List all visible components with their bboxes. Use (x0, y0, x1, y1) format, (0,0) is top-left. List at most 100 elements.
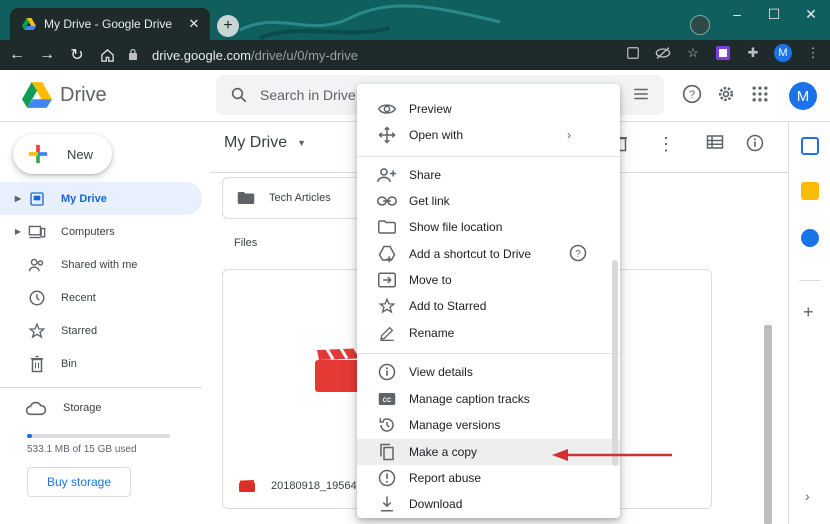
install-app-icon[interactable] (624, 44, 642, 62)
menu-item-share[interactable]: Share (357, 162, 620, 188)
star-outline-icon (377, 296, 397, 316)
breadcrumb[interactable]: My Drive ▼ (224, 134, 306, 152)
folder-item[interactable]: Tech Articles (222, 177, 372, 219)
calendar-icon[interactable] (801, 137, 819, 155)
settings-gear-icon[interactable] (716, 84, 736, 104)
sidebar-item-computers[interactable]: ▶ Computers (0, 215, 202, 248)
sidebar-item-label: Bin (61, 357, 77, 370)
menu-item-label: View details (409, 365, 473, 379)
menu-item-label: Manage caption tracks (409, 392, 530, 406)
cloud-icon (25, 401, 47, 416)
new-tab-button[interactable]: + (217, 15, 239, 37)
menu-item-move-to[interactable]: Move to (357, 267, 620, 293)
menu-item-label: Get link (409, 194, 450, 208)
files-section-label: Files (234, 237, 258, 249)
bookmark-star-icon[interactable]: ☆ (684, 44, 702, 62)
tab-search-icon[interactable] (690, 15, 710, 35)
new-button-label: New (67, 146, 94, 162)
sidebar-item-label: Recent (61, 291, 96, 304)
account-avatar[interactable]: M (789, 82, 817, 110)
menu-item-label: Show file location (409, 220, 503, 234)
star-icon (27, 321, 47, 341)
search-icon[interactable] (230, 86, 248, 104)
folder-name: Tech Articles (269, 192, 331, 204)
help-icon[interactable]: ? (569, 244, 587, 265)
browser-profile-avatar[interactable]: M (774, 44, 792, 62)
menu-item-add-to-starred[interactable]: Add to Starred (357, 293, 620, 319)
keep-icon[interactable] (801, 182, 819, 200)
buy-storage-button[interactable]: Buy storage (27, 467, 131, 497)
menu-item-label: Add to Starred (409, 299, 487, 313)
expand-caret-icon[interactable]: ▶ (11, 227, 25, 236)
folder-icon (237, 192, 255, 204)
drive-favicon-icon (22, 18, 36, 30)
menu-item-get-link[interactable]: Get link (357, 188, 620, 214)
menu-item-manage-caption-tracks[interactable]: CC Manage caption tracks (357, 386, 620, 412)
menu-item-show-file-location[interactable]: Show file location (357, 214, 620, 240)
sidebar-item-my-drive[interactable]: ▶ My Drive (0, 182, 202, 215)
extensions-puzzle-icon[interactable]: ✚ (744, 44, 762, 62)
menu-item-label: Open with (409, 128, 464, 142)
menu-item-label: Rename (409, 326, 455, 340)
help-icon[interactable]: ? (682, 84, 702, 104)
storage-label: Storage (63, 402, 102, 414)
storage-usage-fill (27, 434, 32, 438)
back-arrow-icon[interactable]: ← (4, 42, 30, 68)
eye-off-icon[interactable] (654, 44, 672, 62)
menu-item-rename[interactable]: Rename (357, 320, 620, 346)
home-icon[interactable] (94, 42, 120, 68)
trash-icon (27, 354, 47, 374)
menu-item-label: Preview (409, 102, 452, 116)
browser-tab[interactable]: My Drive - Google Drive ✕ (10, 8, 210, 40)
tasks-icon[interactable] (801, 229, 819, 247)
sidebar-item-shared-with-me[interactable]: Shared with me (0, 248, 202, 281)
menu-item-add-shortcut[interactable]: Add a shortcut to Drive ? (357, 241, 620, 267)
menu-item-report-abuse[interactable]: Report abuse (357, 465, 620, 491)
open-with-icon (377, 125, 397, 145)
new-button[interactable]: New (13, 134, 112, 174)
menu-item-download[interactable]: Download (357, 491, 620, 517)
menu-item-label: Download (409, 497, 463, 511)
report-icon (377, 468, 397, 488)
storage-used-text: 533.1 MB of 15 GB used (27, 444, 137, 455)
side-panel: + › (788, 122, 830, 524)
extension-app-icon[interactable] (714, 44, 732, 62)
header-actions: ? (682, 84, 770, 104)
tab-close-icon[interactable]: ✕ (184, 16, 204, 32)
info-icon (377, 362, 397, 382)
sidebar-item-label: My Drive (61, 192, 107, 205)
search-input[interactable]: Search in Drive (260, 87, 356, 103)
info-icon[interactable] (746, 134, 764, 152)
browser-menu-icon[interactable]: ⋮ (804, 44, 822, 62)
expand-caret-icon[interactable]: ▶ (11, 194, 25, 203)
sidebar-item-recent[interactable]: Recent (0, 281, 202, 314)
menu-item-manage-versions[interactable]: Manage versions (357, 412, 620, 438)
url-path: /drive/u/0/my-drive (251, 47, 358, 63)
apps-grid-icon[interactable] (750, 84, 770, 104)
add-addon-icon[interactable]: + (803, 302, 814, 323)
menu-item-open-with[interactable]: Open with › (357, 122, 620, 148)
search-options-icon[interactable] (632, 85, 650, 103)
menu-item-view-details[interactable]: View details (357, 359, 620, 385)
sidebar-item-label: Starred (61, 324, 98, 337)
sidebar-item-storage[interactable]: Storage (25, 400, 102, 416)
clock-icon (27, 288, 47, 308)
sidebar-item-bin[interactable]: Bin (0, 347, 202, 380)
more-actions-icon[interactable]: ⋮ (657, 134, 675, 155)
browser-tab-bar: My Drive - Google Drive ✕ + – ☐ ✕ (0, 0, 830, 40)
menu-item-preview[interactable]: Preview (357, 96, 620, 122)
window-maximize-button[interactable]: ☐ (755, 0, 793, 28)
forward-arrow-icon[interactable]: → (34, 42, 60, 68)
sidebar-item-starred[interactable]: Starred (0, 314, 202, 347)
theme-decoration (239, 4, 501, 40)
page-scrollbar[interactable] (764, 325, 772, 524)
context-menu-scrollbar[interactable] (612, 260, 618, 466)
chevron-right-icon[interactable]: › (805, 488, 810, 504)
menu-divider (357, 353, 620, 354)
reload-icon[interactable]: ↻ (64, 42, 90, 68)
add-shortcut-icon (377, 244, 397, 264)
window-close-button[interactable]: ✕ (792, 0, 830, 28)
window-minimize-button[interactable]: – (718, 0, 756, 28)
list-view-icon[interactable] (706, 134, 724, 150)
drive-logo[interactable]: Drive (22, 82, 107, 108)
